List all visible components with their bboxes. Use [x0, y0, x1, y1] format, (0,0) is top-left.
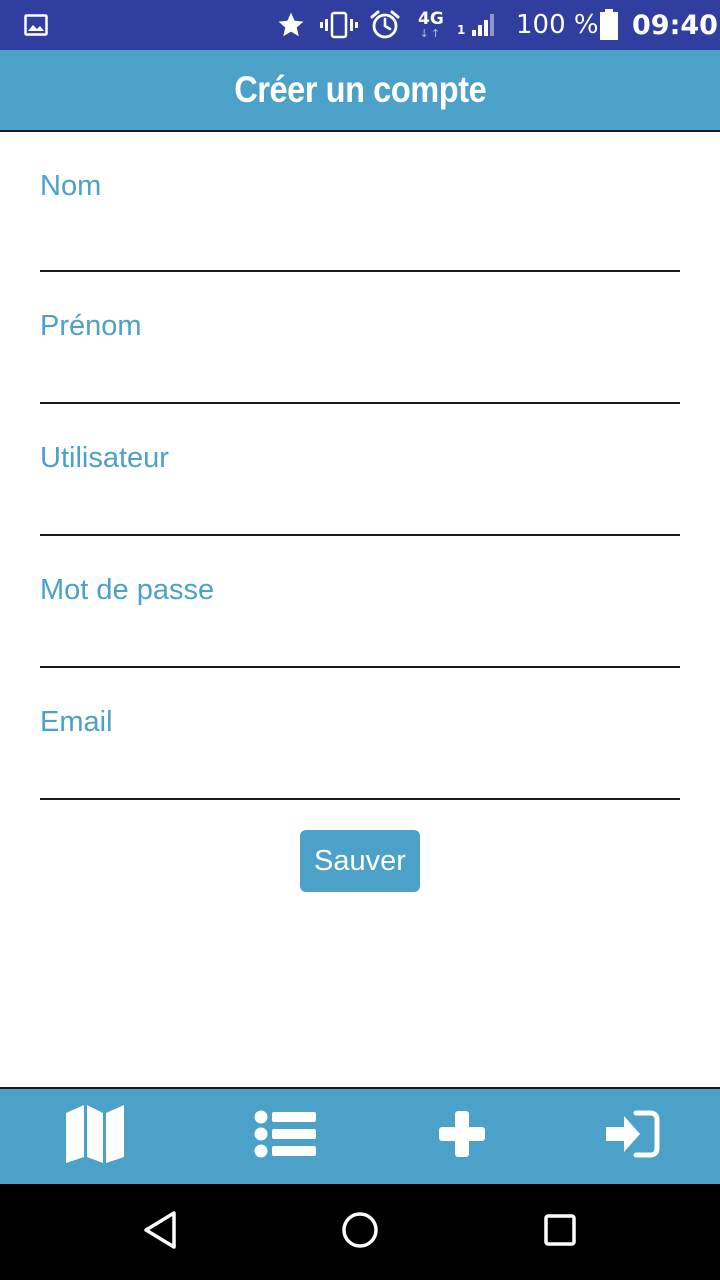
plus-icon [437, 1109, 487, 1164]
data-arrows-icon: ↓↑ [419, 27, 443, 40]
field-label: Prénom [40, 310, 142, 342]
field-prenom: Prénom [40, 272, 680, 404]
create-account-form: Nom Prénom Utilisateur Mot de passe Emai… [40, 132, 680, 800]
bottom-nav [0, 1087, 720, 1184]
alarm-icon [369, 0, 401, 50]
battery-percent: 100 % [516, 10, 599, 40]
field-label: Mot de passe [40, 574, 215, 606]
email-input[interactable] [40, 748, 680, 796]
password-input[interactable] [40, 616, 680, 664]
field-nom: Nom [40, 132, 680, 272]
network-type: 4G [418, 9, 444, 29]
nav-login-button[interactable] [572, 1089, 692, 1184]
vibrate-icon [320, 0, 358, 50]
recent-apps-icon [543, 1213, 577, 1252]
field-utilisateur: Utilisateur [40, 404, 680, 536]
image-icon [24, 0, 48, 50]
field-mot-de-passe: Mot de passe [40, 536, 680, 668]
signal-icon [470, 0, 500, 50]
field-label: Utilisateur [40, 442, 169, 474]
recent-apps-button[interactable] [520, 1184, 600, 1280]
home-button[interactable] [320, 1184, 400, 1280]
network-indicator: 4G ↓↑ [418, 0, 444, 50]
prenom-input[interactable] [40, 352, 680, 400]
status-bar: 4G ↓↑ 1 100 % 09:40 [0, 0, 720, 50]
back-button[interactable] [120, 1184, 200, 1280]
field-label: Email [40, 706, 113, 738]
page-title: Créer un compte [233, 69, 487, 110]
nav-map-button[interactable] [35, 1089, 155, 1184]
field-email: Email [40, 668, 680, 800]
sign-in-icon [604, 1110, 660, 1163]
app-bar: Créer un compte [0, 50, 720, 132]
field-label: Nom [40, 170, 102, 202]
star-icon [276, 0, 306, 50]
nom-input[interactable] [40, 212, 680, 260]
home-icon [341, 1211, 379, 1254]
nav-list-button[interactable] [225, 1089, 345, 1184]
map-icon [64, 1103, 126, 1170]
back-icon [142, 1210, 178, 1255]
battery-icon [599, 0, 619, 50]
save-button[interactable]: Sauver [300, 830, 420, 892]
system-nav-bar [0, 1184, 720, 1280]
nav-add-button[interactable] [402, 1089, 522, 1184]
sim-slot: 1 [457, 23, 466, 37]
clock: 09:40 [632, 9, 718, 41]
list-icon [254, 1110, 316, 1163]
username-input[interactable] [40, 484, 680, 532]
